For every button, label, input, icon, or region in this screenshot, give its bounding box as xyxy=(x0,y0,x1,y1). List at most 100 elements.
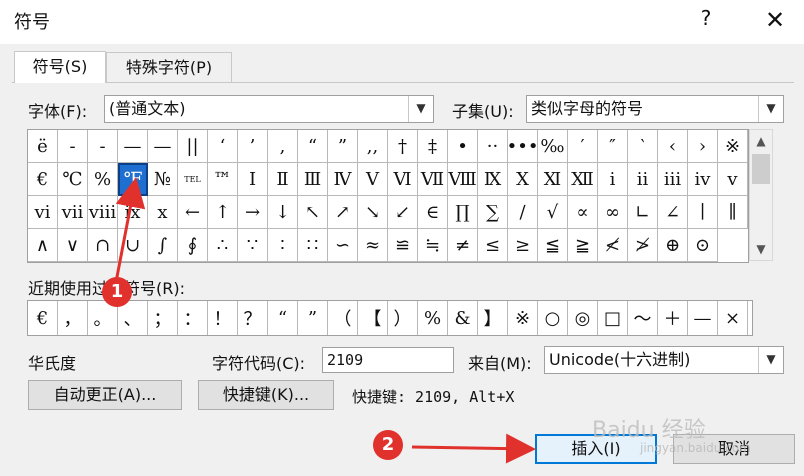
symbol-cell[interactable]: ∟ xyxy=(628,196,658,229)
recent-symbol-cell[interactable]: — xyxy=(688,301,718,335)
chevron-down-icon[interactable]: ▼ xyxy=(408,96,433,122)
symbol-cell[interactable]: ↙ xyxy=(388,196,418,229)
autocorrect-button[interactable]: 自动更正(A)... xyxy=(28,380,182,410)
symbol-cell[interactable]: - xyxy=(88,130,118,163)
symbol-cell[interactable]: ∞ xyxy=(598,196,628,229)
recent-symbol-cell[interactable]: “ xyxy=(268,301,298,335)
symbol-cell[interactable]: Ⅲ xyxy=(298,163,328,196)
symbol-cell[interactable]: Ⅴ xyxy=(358,163,388,196)
recent-symbol-cell[interactable]: ： xyxy=(178,301,208,335)
symbol-cell[interactable]: › xyxy=(688,130,718,163)
tab-symbols[interactable]: 符号(S) xyxy=(14,51,106,83)
symbol-cell[interactable]: ⅷ xyxy=(88,196,118,229)
symbol-cell[interactable]: ≮ xyxy=(598,229,628,262)
symbol-cell[interactable]: Ⅻ xyxy=(568,163,598,196)
symbol-cell[interactable]: ∠ xyxy=(658,196,688,229)
symbol-cell[interactable]: - xyxy=(58,130,88,163)
symbol-cell[interactable]: TEL xyxy=(178,163,208,196)
scroll-up-icon[interactable]: ▲ xyxy=(750,130,772,152)
recent-symbol-cell[interactable]: & xyxy=(448,301,478,335)
symbol-cell[interactable]: † xyxy=(388,130,418,163)
symbol-cell[interactable]: ∶ xyxy=(268,229,298,262)
font-select[interactable]: (普通文本) ▼ xyxy=(104,95,434,123)
recent-symbol-cell[interactable]: □ xyxy=(598,301,628,335)
symbol-cell[interactable]: ⅱ xyxy=(628,163,658,196)
recent-symbol-cell[interactable]: ＋ xyxy=(658,301,688,335)
symbol-cell[interactable]: ” xyxy=(328,130,358,163)
symbol-cell[interactable]: ‵ xyxy=(628,130,658,163)
symbol-cell[interactable]: ⅸ xyxy=(118,196,148,229)
symbol-cell[interactable]: ≠ xyxy=(448,229,478,262)
symbol-cell[interactable]: ™ xyxy=(208,163,238,196)
symbol-cell[interactable]: ë xyxy=(28,130,58,163)
close-button[interactable]: ✕ xyxy=(760,6,790,36)
recent-symbol-cell[interactable]: ？ xyxy=(238,301,268,335)
symbol-cell[interactable]: % xyxy=(88,163,118,196)
recent-symbols[interactable]: €，。、；：！？ “” （【）% &】 ※ ○ ◎ □ ～＋ — × xyxy=(27,300,753,336)
symbol-cell[interactable]: ∫ xyxy=(148,229,178,262)
symbol-cell[interactable]: ↓ xyxy=(268,196,298,229)
symbol-cell[interactable]: Ⅳ xyxy=(328,163,358,196)
symbol-cell[interactable]: — xyxy=(118,130,148,163)
symbol-cell[interactable]: ‹ xyxy=(658,130,688,163)
recent-symbol-cell[interactable]: ！ xyxy=(208,301,238,335)
symbol-cell[interactable]: Ⅸ xyxy=(478,163,508,196)
symbol-cell[interactable]: || xyxy=(178,130,208,163)
symbol-cell[interactable]: ⅰ xyxy=(598,163,628,196)
symbol-cell[interactable]: ‡ xyxy=(418,130,448,163)
symbol-cell[interactable]: ,, xyxy=(358,130,388,163)
symbol-cell[interactable]: ⅶ xyxy=(58,196,88,229)
symbol-cell[interactable]: ∥ xyxy=(718,196,748,229)
subset-select[interactable]: 类似字母的符号 ▼ xyxy=(526,95,784,123)
symbol-cell[interactable]: → xyxy=(238,196,268,229)
symbol-cell[interactable]: ≦ xyxy=(538,229,568,262)
symbol-cell[interactable]: ∣ xyxy=(688,196,718,229)
recent-symbol-cell[interactable]: € xyxy=(28,301,58,335)
recent-symbol-cell[interactable]: ※ xyxy=(508,301,538,335)
symbol-cell[interactable]: ∷ xyxy=(298,229,328,262)
symbol-cell[interactable]: ⅴ xyxy=(718,163,748,196)
recent-symbol-cell[interactable]: ◎ xyxy=(568,301,598,335)
help-button[interactable]: ? xyxy=(694,6,718,34)
symbol-cell[interactable]: Ⅹ xyxy=(508,163,538,196)
recent-symbol-cell[interactable]: 【 xyxy=(358,301,388,335)
symbol-cell[interactable]: Ⅵ xyxy=(388,163,418,196)
symbol-cell[interactable]: ‘ xyxy=(208,130,238,163)
symbol-cell[interactable]: ∧ xyxy=(28,229,58,262)
symbol-cell[interactable]: ∮ xyxy=(178,229,208,262)
symbol-cell[interactable]: ∑ xyxy=(478,196,508,229)
symbol-cell[interactable]: ∈ xyxy=(418,196,448,229)
recent-symbol-cell[interactable]: ○ xyxy=(538,301,568,335)
symbol-cell[interactable]: ·· xyxy=(478,130,508,163)
symbol-cell[interactable]: ← xyxy=(178,196,208,229)
symbol-cell[interactable]: ≧ xyxy=(568,229,598,262)
symbol-scrollbar[interactable]: ▲ ▼ xyxy=(749,129,773,261)
symbol-cell[interactable]: ≌ xyxy=(388,229,418,262)
symbol-cell[interactable]: ∏ xyxy=(448,196,478,229)
symbol-cell[interactable]: • xyxy=(448,130,478,163)
symbol-cell[interactable]: ≈ xyxy=(358,229,388,262)
symbol-cell[interactable]: ※ xyxy=(718,130,748,163)
recent-symbol-cell[interactable]: ～ xyxy=(628,301,658,335)
recent-symbol-cell[interactable]: × xyxy=(718,301,748,335)
char-code-input[interactable]: 2109 xyxy=(322,347,454,373)
from-select[interactable]: Unicode(十六进制) ▼ xyxy=(544,346,784,374)
recent-symbol-cell[interactable]: ” xyxy=(298,301,328,335)
symbol-cell[interactable]: ⅹ xyxy=(148,196,178,229)
symbol-cell[interactable]: ↖ xyxy=(298,196,328,229)
symbol-cell[interactable]: — xyxy=(148,130,178,163)
tab-special-characters[interactable]: 特殊字符(P) xyxy=(106,52,232,82)
symbol-cell[interactable]: ℉ xyxy=(118,163,148,196)
symbol-cell[interactable]: √ xyxy=(538,196,568,229)
symbol-cell[interactable]: ↑ xyxy=(208,196,238,229)
symbol-cell[interactable]: ≤ xyxy=(478,229,508,262)
symbol-cell[interactable]: ∪ xyxy=(118,229,148,262)
symbol-cell[interactable]: ⊙ xyxy=(688,229,718,262)
symbol-cell[interactable]: ∽ xyxy=(328,229,358,262)
symbol-cell[interactable]: Ⅶ xyxy=(418,163,448,196)
symbol-cell[interactable]: ‰ xyxy=(538,130,568,163)
symbol-cell[interactable]: ℃ xyxy=(58,163,88,196)
symbol-cell[interactable]: ⅲ xyxy=(658,163,688,196)
chevron-down-icon[interactable]: ▼ xyxy=(758,347,783,373)
symbol-grid[interactable]: ë - - — — || ‘’, “”,, † ‡ • ·· ••• ‰ ′ ″ ‵ ‹ › ※ € ℃% ℉ № TEL ™ Ⅰ Ⅱ… xyxy=(27,129,749,263)
